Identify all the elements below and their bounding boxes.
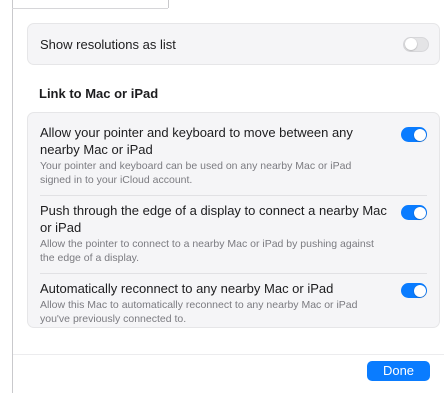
- auto-reconnect-setting: Automatically reconnect to any nearby Ma…: [40, 281, 427, 325]
- toggle-knob: [404, 38, 417, 50]
- auto-reconnect-toggle[interactable]: [401, 283, 427, 298]
- push-through-edge-toggle[interactable]: [401, 205, 427, 220]
- toggle-knob: [413, 284, 426, 297]
- row-divider: [40, 195, 427, 196]
- show-resolutions-row: Show resolutions as list: [40, 24, 429, 64]
- push-through-edge-description: Allow the pointer to connect to a nearby…: [40, 238, 374, 264]
- allow-pointer-keyboard-setting: Allow your pointer and keyboard to move …: [40, 125, 427, 197]
- toggle-knob: [413, 206, 426, 219]
- link-settings-card: Allow your pointer and keyboard to move …: [27, 112, 440, 328]
- resolutions-card: Show resolutions as list: [27, 23, 440, 65]
- allow-pointer-keyboard-toggle[interactable]: [401, 127, 427, 142]
- window-border-tick: [168, 0, 169, 8]
- allow-pointer-keyboard-description: Your pointer and keyboard can be used on…: [40, 160, 352, 186]
- auto-reconnect-description: Allow this Mac to automatically reconnec…: [40, 299, 358, 325]
- link-section-heading: Link to Mac or iPad: [39, 86, 159, 101]
- push-through-edge-title: Push through the edge of a display to co…: [40, 203, 387, 235]
- settings-sheet: Show resolutions as list Link to Mac or …: [13, 9, 444, 393]
- auto-reconnect-title: Automatically reconnect to any nearby Ma…: [40, 281, 334, 296]
- show-resolutions-label: Show resolutions as list: [40, 36, 176, 52]
- row-divider: [40, 273, 427, 274]
- done-button[interactable]: Done: [367, 361, 430, 381]
- allow-pointer-keyboard-title: Allow your pointer and keyboard to move …: [40, 125, 353, 157]
- footer-divider: [13, 354, 444, 355]
- push-through-edge-setting: Push through the edge of a display to co…: [40, 203, 427, 275]
- show-resolutions-toggle[interactable]: [403, 36, 429, 52]
- toggle-knob: [413, 128, 426, 141]
